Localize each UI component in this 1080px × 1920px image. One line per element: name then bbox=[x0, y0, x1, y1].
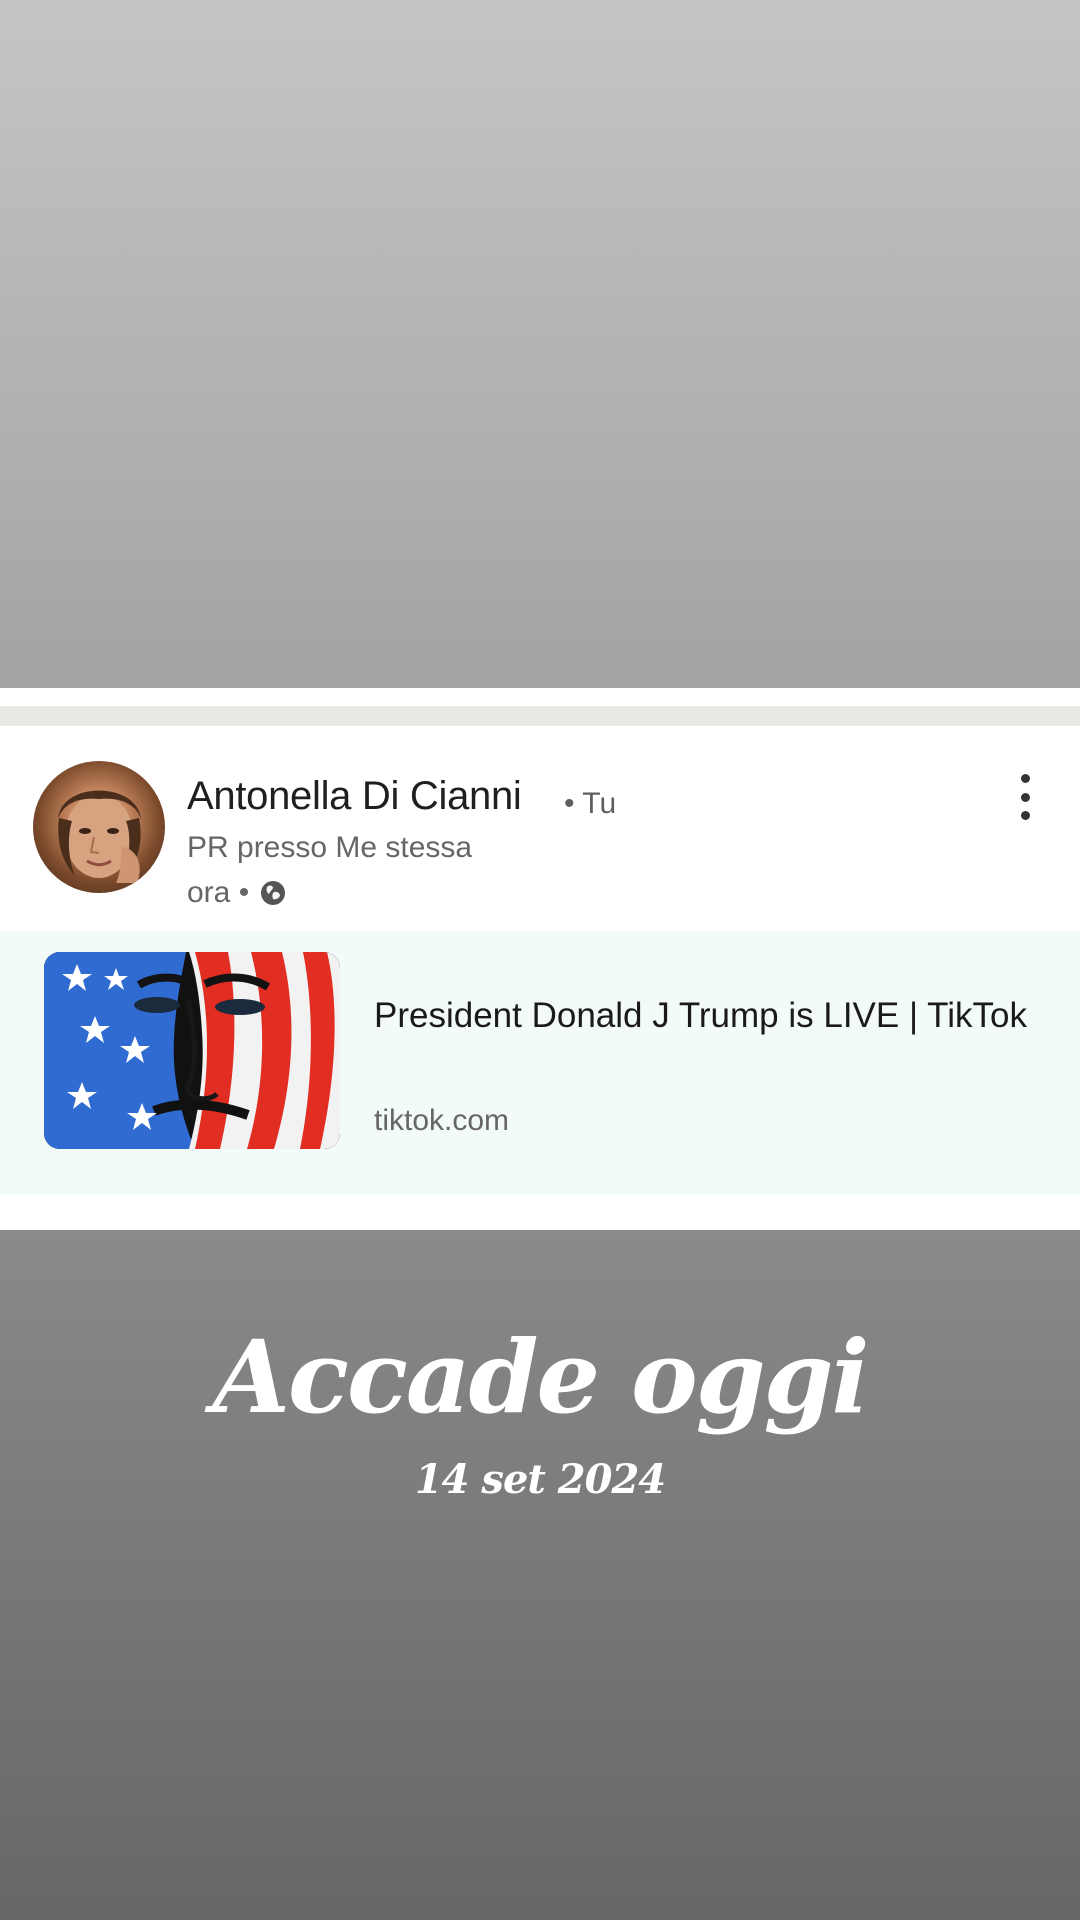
link-thumbnail[interactable] bbox=[44, 952, 340, 1149]
more-dot bbox=[1020, 811, 1030, 820]
link-domain: tiktok.com bbox=[374, 1104, 510, 1137]
more-dot bbox=[1020, 792, 1030, 802]
story-date: 14 set 2024 bbox=[414, 1456, 666, 1503]
author-avatar[interactable] bbox=[33, 761, 165, 893]
more-vertical-icon[interactable] bbox=[1010, 774, 1040, 820]
more-dot bbox=[1020, 774, 1030, 783]
author-name[interactable]: Antonella Di Cianni bbox=[187, 774, 522, 819]
shared-post-card[interactable]: Antonella Di Cianni • Tu PR presso Me st… bbox=[0, 688, 1080, 1230]
author-headline: PR presso Me stessa bbox=[187, 831, 473, 864]
globe-icon bbox=[259, 879, 287, 907]
post-time-text: ora • bbox=[187, 876, 250, 909]
story-background-top bbox=[0, 0, 1080, 688]
story-frame: Antonella Di Cianni • Tu PR presso Me st… bbox=[0, 0, 1080, 1920]
author-relation: • Tu bbox=[564, 787, 617, 820]
story-title: Accade oggi bbox=[212, 1318, 869, 1436]
card-top-divider bbox=[0, 706, 1080, 726]
post-timestamp: ora • bbox=[187, 876, 287, 910]
link-title[interactable]: President Donald J Trump is LIVE | TikTo… bbox=[374, 993, 1034, 1039]
link-preview[interactable]: President Donald J Trump is LIVE | TikTo… bbox=[0, 931, 1080, 1195]
